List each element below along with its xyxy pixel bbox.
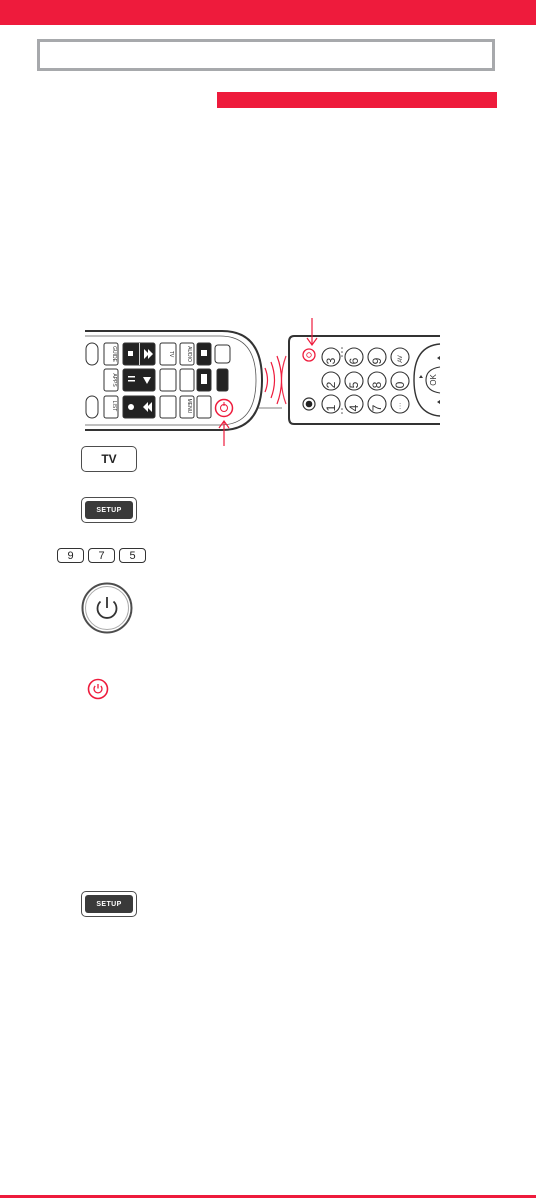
svg-text:APPS: APPS xyxy=(111,373,117,387)
setup-button-2: SETUP xyxy=(81,891,137,917)
remote-illustration: GUIDE LIST TV AUDIO APPS MENU 3 6 9 2 5 xyxy=(85,318,441,446)
power-led-icon xyxy=(87,678,109,700)
svg-text:4: 4 xyxy=(347,404,361,411)
top-accent-bar xyxy=(0,0,536,25)
digit-key: 9 xyxy=(57,548,84,563)
tv-button: TV xyxy=(81,446,137,472)
svg-text:MENU: MENU xyxy=(186,399,192,414)
setup-button-label: SETUP xyxy=(96,900,122,908)
svg-text:LIST: LIST xyxy=(111,401,117,412)
svg-text:GUIDE: GUIDE xyxy=(111,346,117,363)
setup-button-label: SETUP xyxy=(96,506,122,514)
digit-key: 7 xyxy=(88,548,115,563)
svg-text:9: 9 xyxy=(370,357,384,364)
digit-key: 5 xyxy=(119,548,146,563)
svg-text:···: ··· xyxy=(397,403,404,410)
power-icon xyxy=(81,582,133,634)
svg-text:OK: OK xyxy=(429,374,438,386)
tv-remote-power-icon xyxy=(302,348,316,362)
svg-text:1: 1 xyxy=(324,404,338,411)
svg-text:0: 0 xyxy=(393,381,407,388)
ir-signal-icon xyxy=(264,355,287,405)
section-header-bar xyxy=(217,92,497,108)
tv-button-label: TV xyxy=(101,452,117,466)
svg-text:5: 5 xyxy=(347,381,361,388)
svg-text:3: 3 xyxy=(324,357,338,364)
code-digits: 9 7 5 xyxy=(57,548,146,563)
svg-text:6: 6 xyxy=(347,357,361,364)
setup-button: SETUP xyxy=(81,497,137,523)
svg-text:2: 2 xyxy=(324,381,338,388)
svg-text:AUDIO: AUDIO xyxy=(186,346,192,362)
svg-text:TV: TV xyxy=(168,351,174,358)
svg-text:AV: AV xyxy=(398,355,404,363)
svg-text:8: 8 xyxy=(370,381,384,388)
title-box xyxy=(37,39,495,71)
svg-text:7: 7 xyxy=(370,404,384,411)
